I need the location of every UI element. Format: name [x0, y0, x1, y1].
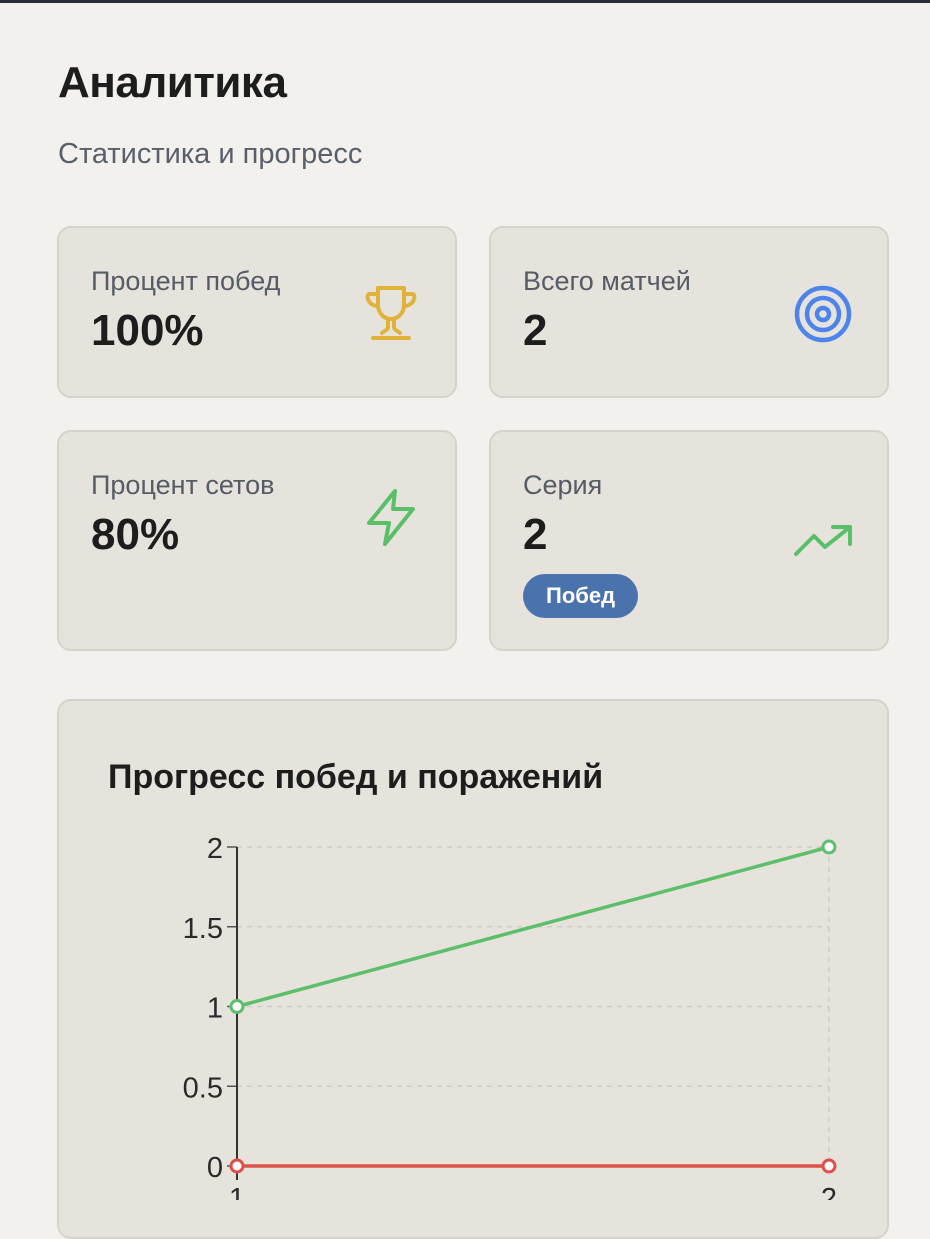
y-tick-label: 2: [207, 833, 223, 865]
x-tick-label: 2: [821, 1183, 837, 1200]
series-point-1: [229, 1158, 245, 1174]
x-tick-label: 1: [229, 1183, 245, 1200]
y-tick-label: 1: [207, 993, 223, 1025]
series-point-0: [821, 839, 837, 855]
y-tick-label: 0: [207, 1152, 223, 1184]
series-point-0: [229, 999, 245, 1014]
y-tick-label: 1.5: [183, 913, 223, 945]
y-tick-label: 0.5: [183, 1072, 223, 1104]
series-point-1: [821, 1158, 837, 1174]
analytics-page: Аналитика Статистика и прогресс Процент …: [0, 0, 930, 1239]
line-chart: 0 0.5 1 1.5 2 1 2: [183, 833, 837, 1200]
